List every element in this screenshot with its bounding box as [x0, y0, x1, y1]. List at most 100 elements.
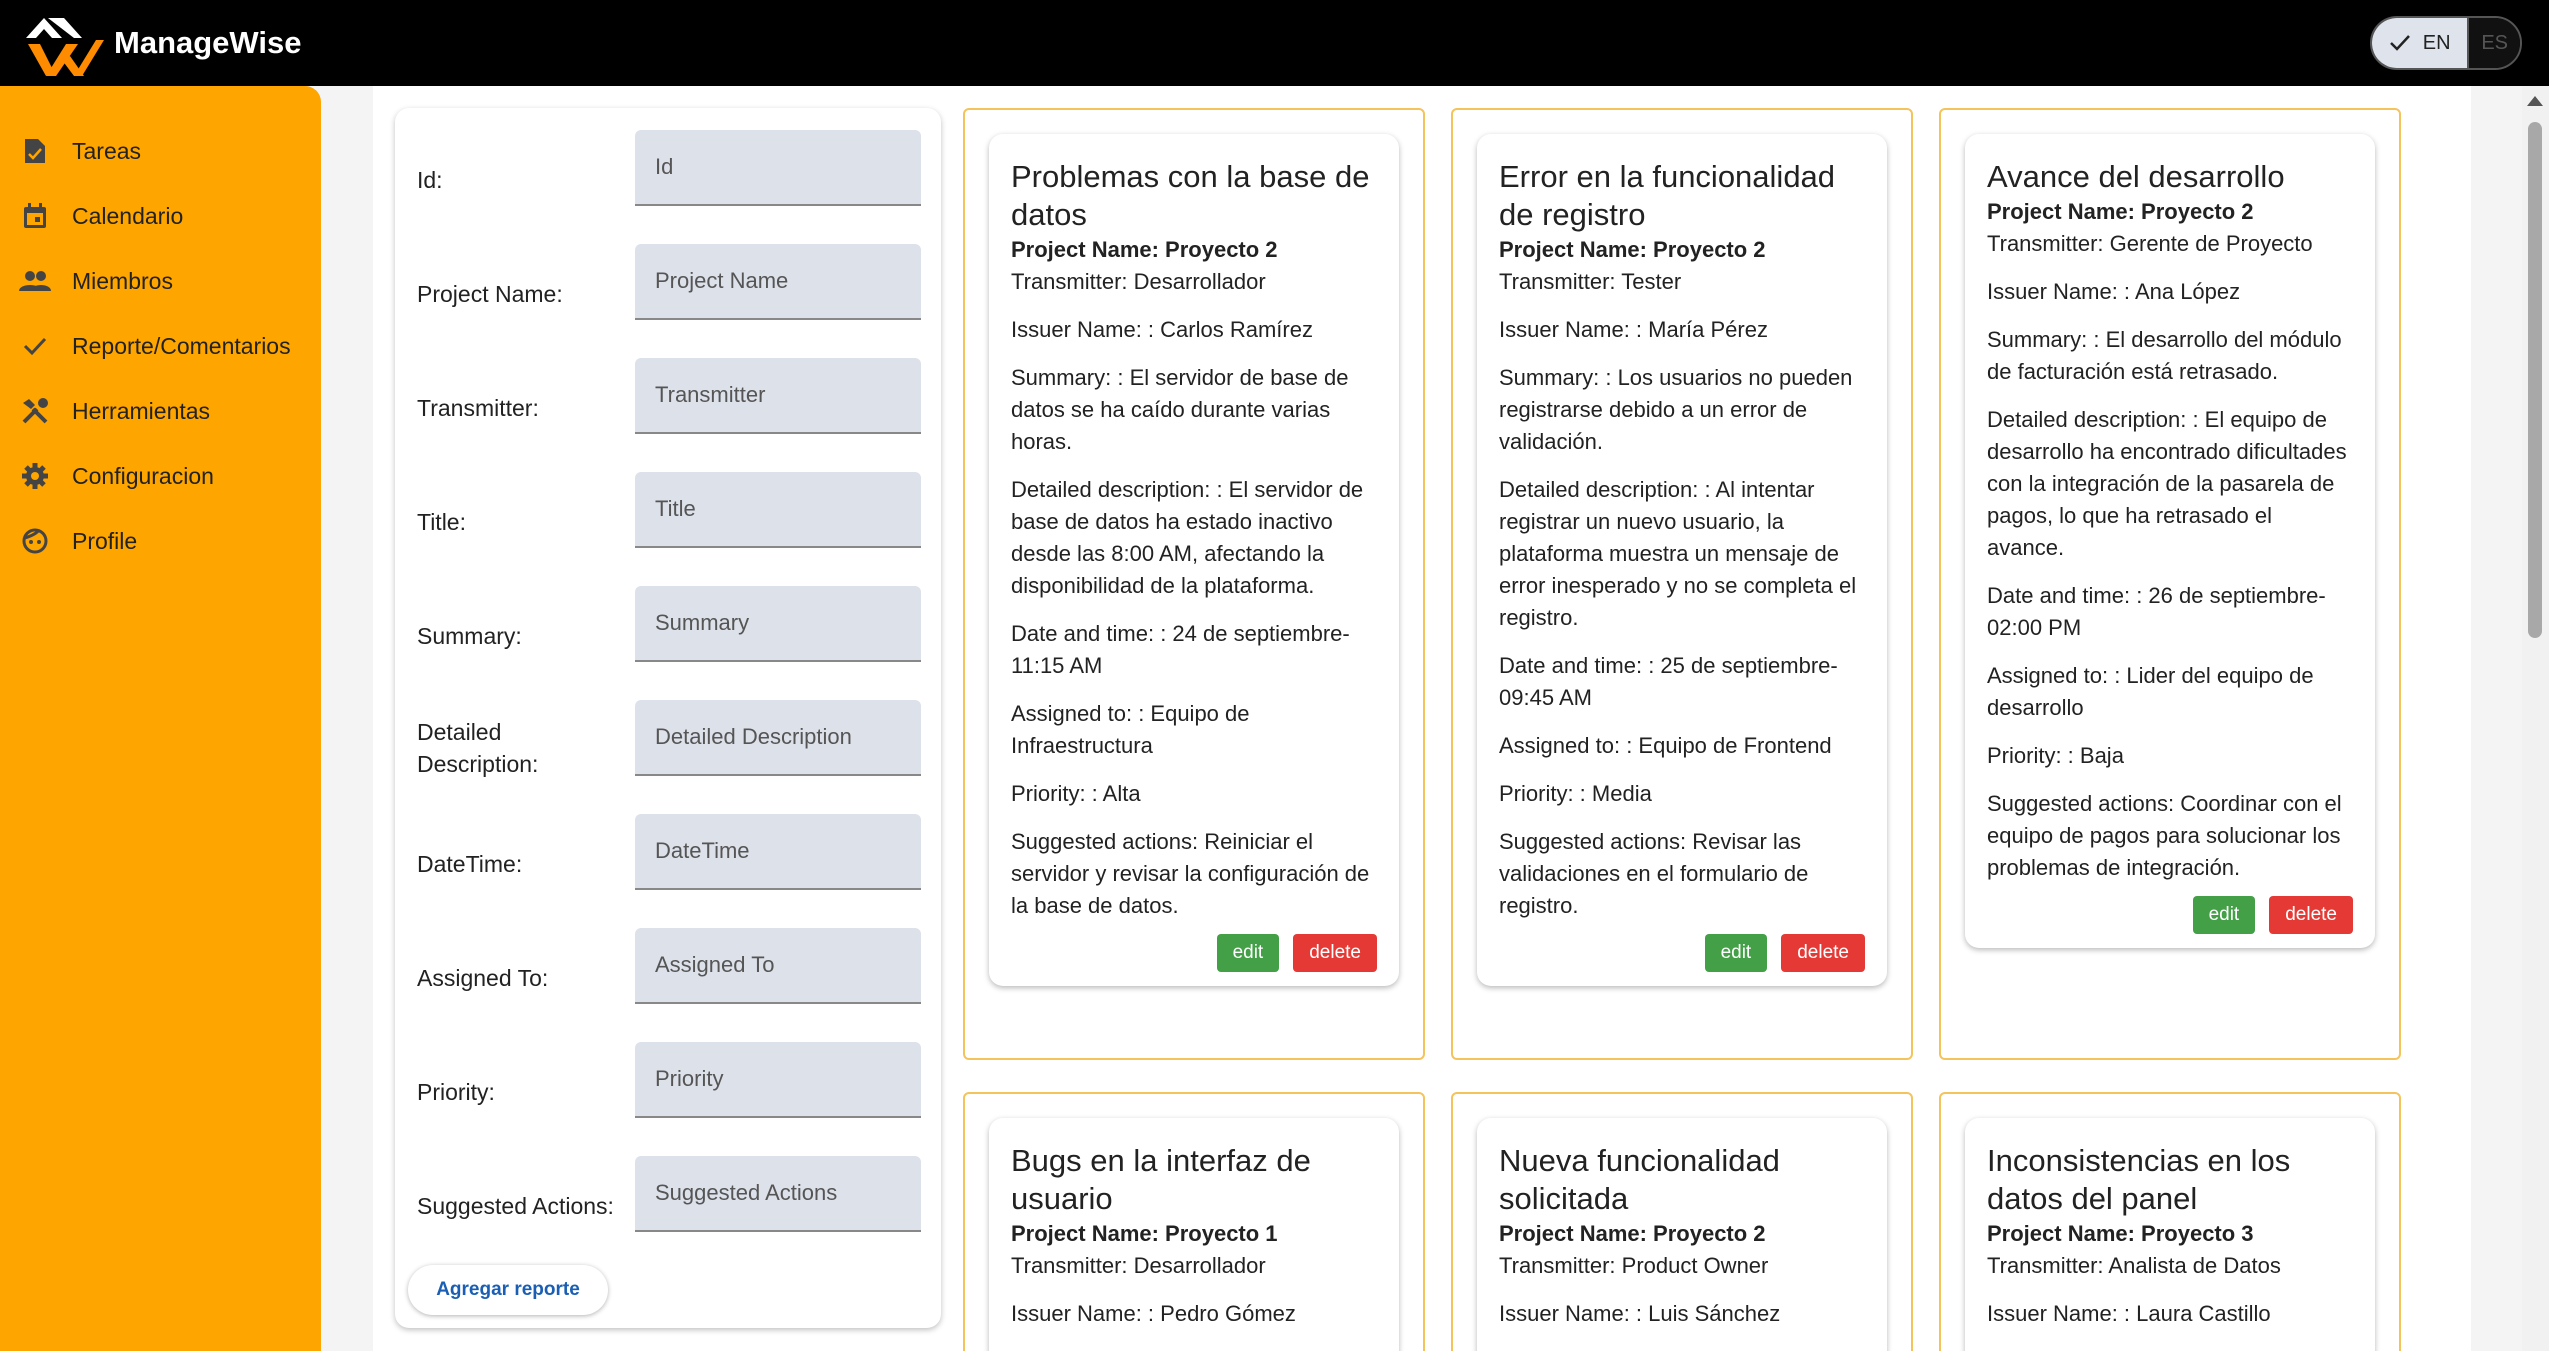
report-card-frame: Error en la funcionalidad de registro Pr… [1451, 108, 1913, 1060]
people-icon [19, 265, 51, 297]
summary-input[interactable] [635, 586, 921, 662]
edit-button[interactable]: edit [1216, 934, 1280, 972]
page-scrollbar[interactable] [2522, 86, 2549, 1351]
report-assigned: Assigned to: : Equipo de Infraestructura [1011, 701, 1250, 758]
report-project: Project Name: Proyecto 2 [1499, 1221, 1766, 1246]
report-title: Error en la funcionalidad de registro [1499, 159, 1836, 232]
report-card: Problemas con la base de datos Project N… [989, 134, 1399, 986]
suggested-actions-input[interactable] [635, 1156, 921, 1232]
sidebar-item-configuracion[interactable]: Configuracion [0, 449, 321, 503]
report-title: Inconsistencias en los datos del panel [1987, 1143, 2291, 1216]
scrollbar-thumb[interactable] [2528, 122, 2542, 638]
language-en-label: EN [2422, 31, 2451, 54]
report-card-frame: Avance del desarrollo Project Name: Proy… [1939, 108, 2401, 1060]
report-transmitter: Transmitter: Desarrollador [1011, 1253, 1266, 1278]
report-title: Nueva funcionalidad solicitada [1499, 1143, 1780, 1216]
report-issuer: Issuer Name: : Pedro Gómez [1011, 1301, 1296, 1326]
managewise-logo [26, 18, 104, 76]
delete-button[interactable]: delete [2269, 896, 2353, 934]
datetime-input[interactable] [635, 814, 921, 890]
title-label: Title: [417, 509, 466, 535]
report-summary: Summary: : Los usuarios no pueden regist… [1499, 365, 1853, 454]
sidebar-item-label: Tareas [72, 137, 142, 164]
sidebar-item-label: Reporte/Comentarios [72, 332, 291, 359]
sidebar-item-herramientas[interactable]: Herramientas [0, 384, 321, 438]
datetime-label: DateTime: [417, 851, 523, 877]
report-issuer: Issuer Name: : María Pérez [1499, 317, 1768, 342]
report-project: Project Name: Proyecto 2 [1011, 237, 1278, 262]
transmitter-input[interactable] [635, 358, 921, 434]
report-priority: Priority: : Alta [1011, 781, 1141, 806]
title-input[interactable] [635, 472, 921, 548]
report-summary: Summary: : El servidor de base de datos … [1011, 365, 1349, 454]
report-suggested-actions: Suggested actions: Reiniciar el servidor… [1011, 829, 1370, 918]
top-app-bar: ManageWise EN ES [0, 0, 2549, 86]
language-es-label: ES [2481, 31, 2509, 54]
report-issuer: Issuer Name: : Carlos Ramírez [1011, 317, 1313, 342]
report-suggested-actions: Suggested actions: Coordinar con el equi… [1987, 791, 2342, 880]
sidebar-item-miembros[interactable]: Miembros [0, 254, 321, 308]
report-priority: Priority: : Media [1499, 781, 1652, 806]
report-datetime: Date and time: : 24 de septiembre-11:15 … [1011, 621, 1350, 678]
check-icon [2389, 35, 2410, 51]
report-issuer: Issuer Name: : Luis Sánchez [1499, 1301, 1781, 1326]
report-card: Nueva funcionalidad solicitada Project N… [1477, 1118, 1887, 1351]
report-summary: Summary: : El desarrollo del módulo de f… [1987, 327, 2342, 384]
calendar-icon [19, 200, 51, 232]
report-card-frame: Bugs en la interfaz de usuario Project N… [963, 1092, 1425, 1351]
report-project: Project Name: Proyecto 2 [1499, 237, 1766, 262]
language-en-button[interactable]: EN [2372, 18, 2468, 68]
summary-label: Summary: [417, 623, 522, 649]
report-assigned: Assigned to: : Lider del equipo de desar… [1987, 663, 2314, 720]
report-description: Detailed description: : El equipo de des… [1987, 407, 2347, 560]
assigned-to-label: Assigned To: [417, 965, 549, 991]
detailed-description-label: Detailed Description: [417, 719, 539, 777]
report-form: Id: Project Name: Transmitter: Title: Su… [395, 108, 941, 1328]
report-issuer: Issuer Name: : Ana López [1987, 279, 2241, 304]
report-title: Avance del desarrollo [1987, 159, 2285, 194]
gear-icon [19, 460, 51, 492]
app-name: ManageWise [114, 25, 302, 60]
sidebar-item-label: Miembros [72, 267, 173, 294]
report-suggested-actions: Suggested actions: Revisar las validacio… [1499, 829, 1809, 918]
report-transmitter: Transmitter: Gerente de Proyecto [1987, 231, 2313, 256]
report-transmitter: Transmitter: Analista de Datos [1987, 1253, 2281, 1278]
edit-button[interactable]: edit [2192, 896, 2256, 934]
edit-button[interactable]: edit [1704, 934, 1768, 972]
report-datetime: Date and time: : 25 de septiembre-09:45 … [1499, 653, 1838, 710]
id-input[interactable] [635, 130, 921, 206]
report-assigned: Assigned to: : Equipo de Frontend [1499, 733, 1832, 758]
report-actions: edit delete [1499, 922, 1865, 986]
report-card-frame: Problemas con la base de datos Project N… [963, 108, 1425, 1060]
task-document-icon [19, 135, 51, 167]
report-project: Project Name: Proyecto 2 [1987, 199, 2254, 224]
sidebar-item-calendario[interactable]: Calendario [0, 189, 321, 243]
report-actions: edit delete [1987, 884, 2353, 948]
report-issuer: Issuer Name: : Laura Castillo [1987, 1301, 2271, 1326]
report-card-frame: Inconsistencias en los datos del panel P… [1939, 1092, 2401, 1351]
report-description: Detailed description: : Al intentar regi… [1499, 477, 1857, 630]
report-datetime: Date and time: : 26 de septiembre-02:00 … [1987, 583, 2326, 640]
priority-input[interactable] [635, 1042, 921, 1118]
sidebar: Tareas Calendario Miembros Reporte/Comen… [0, 86, 321, 1351]
report-actions: edit delete [1011, 922, 1377, 986]
scroll-up-arrow-icon[interactable] [2527, 96, 2543, 106]
sidebar-item-label: Herramientas [72, 397, 211, 424]
delete-button[interactable]: delete [1293, 934, 1377, 972]
sidebar-item-tareas[interactable]: Tareas [0, 124, 321, 178]
sidebar-item-profile[interactable]: Profile [0, 514, 321, 568]
tools-icon [19, 395, 51, 427]
report-title: Bugs en la interfaz de usuario [1011, 1143, 1311, 1216]
detailed-description-input[interactable] [635, 700, 921, 776]
sidebar-item-reporte[interactable]: Reporte/Comentarios [0, 319, 321, 373]
add-report-button[interactable]: Agregar reporte [408, 1265, 608, 1315]
report-card-frame: Nueva funcionalidad solicitada Project N… [1451, 1092, 1913, 1351]
assigned-to-input[interactable] [635, 928, 921, 1004]
project-name-input[interactable] [635, 244, 921, 320]
sidebar-item-label: Profile [72, 527, 138, 554]
language-toggle[interactable]: EN ES [2370, 16, 2522, 70]
transmitter-label: Transmitter: [417, 395, 539, 421]
report-title: Problemas con la base de datos [1011, 159, 1370, 232]
language-es-button[interactable]: ES [2467, 18, 2520, 68]
delete-button[interactable]: delete [1781, 934, 1865, 972]
